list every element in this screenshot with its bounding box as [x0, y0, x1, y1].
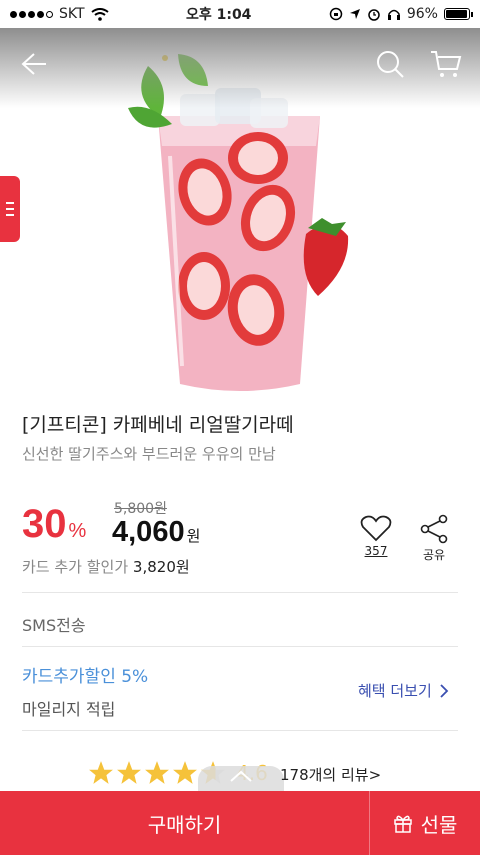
wifi-icon	[90, 7, 109, 21]
review-link[interactable]: 178개의 리뷰>	[280, 764, 381, 785]
gift-button[interactable]: 선물	[370, 791, 480, 855]
search-button[interactable]	[370, 44, 410, 84]
star-icon	[117, 761, 141, 784]
like-count: 357	[364, 544, 388, 558]
mileage-benefit: 마일리지 적립	[22, 700, 116, 719]
share-button[interactable]: 공유	[414, 514, 454, 563]
benefit-more-link[interactable]: 혜택 더보기	[358, 680, 449, 701]
discount-value: 30	[22, 502, 67, 546]
card-price-label: 카드 추가 할인가	[22, 558, 129, 576]
arrow-left-icon	[21, 53, 46, 75]
card-price-value: 3,820원	[132, 558, 190, 576]
battery-icon	[443, 8, 473, 20]
chevron-right-icon	[440, 683, 449, 698]
battery-percent: 96%	[406, 6, 438, 22]
divider	[22, 730, 458, 731]
delivery-method: SMS전송	[22, 616, 86, 635]
back-button[interactable]	[14, 44, 54, 84]
buy-button[interactable]: 구매하기	[0, 791, 369, 855]
star-icon	[145, 761, 169, 784]
cart-icon	[431, 51, 462, 77]
sale-price-value: 4,060	[112, 516, 185, 548]
benefit-more-label: 혜택 더보기	[358, 682, 432, 700]
like-button[interactable]: 357	[356, 514, 396, 558]
heart-icon	[360, 515, 392, 542]
gift-icon	[393, 815, 412, 833]
headphones-icon	[387, 9, 400, 20]
original-price: 5,800원	[114, 501, 167, 517]
carrier-label: SKT	[59, 6, 85, 22]
gift-label: 선물	[420, 812, 458, 837]
sale-price: 4,060 원	[112, 516, 200, 549]
status-right: 96%	[329, 6, 473, 22]
search-icon	[377, 51, 404, 78]
status-time: 오후 1:04	[185, 7, 252, 23]
card-discount-benefit: 카드추가할인 5%	[22, 667, 149, 687]
chevron-up-icon	[230, 770, 252, 782]
card-discount-price: 카드 추가 할인가 3,820원	[22, 556, 190, 577]
share-icon	[420, 514, 448, 544]
scroll-top-button[interactable]	[198, 766, 284, 794]
sale-price-unit: 원	[186, 528, 201, 545]
share-label: 공유	[422, 548, 446, 562]
discount-unit: %	[68, 520, 87, 542]
product-hero	[0, 28, 480, 400]
signal-icon	[10, 10, 53, 18]
status-bar: SKT 오후 1:04 96%	[0, 0, 480, 28]
cart-button[interactable]	[426, 44, 466, 84]
bottom-action-bar: 구매하기 선물	[0, 791, 480, 855]
divider	[22, 592, 458, 593]
status-left: SKT	[10, 6, 109, 22]
location-icon	[349, 9, 360, 19]
price-block: 30% 5,800원 4,060 원	[22, 498, 322, 548]
discount-rate: 30%	[22, 502, 86, 547]
star-icon	[89, 761, 113, 784]
product-title: [기프티콘] 카페베네 리얼딸기라떼	[22, 414, 294, 436]
divider	[22, 646, 458, 647]
alarm-icon	[368, 9, 380, 21]
rotation-lock-icon	[329, 7, 343, 21]
star-icon	[173, 761, 197, 784]
product-subtitle: 신선한 딸기주스와 부드러운 우유의 만남	[22, 445, 276, 463]
side-menu-tab[interactable]	[0, 176, 20, 242]
